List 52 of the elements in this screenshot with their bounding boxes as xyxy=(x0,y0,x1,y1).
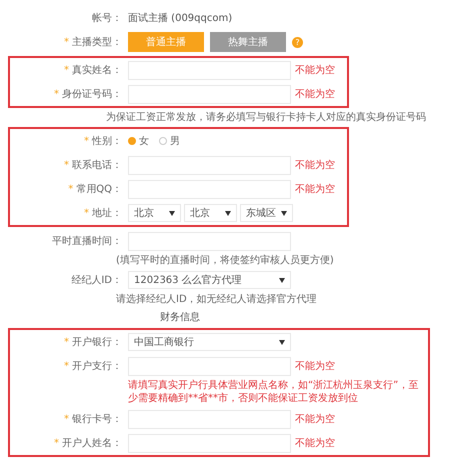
required-mark: * xyxy=(64,36,69,48)
radio-button[interactable] xyxy=(128,137,136,145)
dropdown-arrow-icon xyxy=(225,210,231,216)
field-label: 身份证号码： xyxy=(62,88,122,101)
required-mark: * xyxy=(64,160,69,170)
field-label: 主播类型： xyxy=(72,36,122,49)
dropdown-arrow-icon xyxy=(281,210,287,216)
required-mark: * xyxy=(84,208,89,218)
dropdown[interactable]: 北京 xyxy=(128,204,181,222)
required-mark: * xyxy=(54,88,59,100)
dropdown[interactable]: 中国工商银行 xyxy=(128,333,291,351)
warning-note: 请填写真实开户行具体营业网点名称，如“浙江杭州玉泉支行”，至少需要精确到**省**市，否则不能保证工资发放到位 xyxy=(127,378,420,406)
dropdown[interactable]: 东城区 xyxy=(240,204,293,222)
error-message: 不能为空 xyxy=(295,360,336,373)
field-label: 开户人姓名： xyxy=(62,436,122,450)
field-label: 地址： xyxy=(92,206,122,220)
field-label: 联系电话： xyxy=(72,158,122,172)
error-message: 不能为空 xyxy=(295,88,336,101)
field-label: 开户银行： xyxy=(72,336,122,349)
radio-label: 男 xyxy=(170,135,180,148)
dropdown-arrow-icon xyxy=(279,340,285,344)
error-message: 不能为空 xyxy=(295,412,336,426)
hint-text: 请选择经纪人ID，如无经纪人请选择官方代理 xyxy=(115,292,318,307)
field-label: 银行卡号： xyxy=(72,412,122,426)
dropdown[interactable]: 1202363 么么官方代理 xyxy=(128,271,291,289)
field-label: 常用QQ： xyxy=(76,182,122,196)
field-label: 平时直播时间： xyxy=(52,234,122,248)
dropdown-arrow-icon xyxy=(279,278,285,282)
field-label: 经纪人ID： xyxy=(71,274,122,287)
dropdown[interactable]: 北京 xyxy=(184,204,237,222)
hint-text: 为保证工资正常发放，请务必填写与银行卡持卡人对应的真实身份证号码 xyxy=(105,110,426,125)
field-label: 真实姓名： xyxy=(72,64,122,77)
required-mark: * xyxy=(64,360,69,372)
required-mark: * xyxy=(68,184,74,194)
error-message: 不能为空 xyxy=(295,436,336,450)
required-mark: * xyxy=(64,414,69,424)
error-message: 不能为空 xyxy=(295,182,336,196)
required-mark: * xyxy=(64,64,69,76)
required-mark: * xyxy=(54,438,59,448)
section-title: 财务信息 xyxy=(159,310,201,325)
field-label: 性别： xyxy=(92,134,122,148)
hint-text: (填写平时的直播时间，将使签约审核人员更方便) xyxy=(115,254,335,268)
radio-button[interactable] xyxy=(159,137,167,145)
account-value: 面试主播 (009qqcom) xyxy=(128,12,232,25)
required-mark: * xyxy=(84,136,89,146)
dropdown-arrow-icon xyxy=(169,210,175,216)
error-message: 不能为空 xyxy=(295,64,336,77)
required-mark: * xyxy=(64,336,69,348)
error-message: 不能为空 xyxy=(295,158,336,172)
field-label: 帐号： xyxy=(92,12,122,25)
field-label: 开户支行： xyxy=(72,360,122,373)
radio-label: 女 xyxy=(139,135,149,148)
